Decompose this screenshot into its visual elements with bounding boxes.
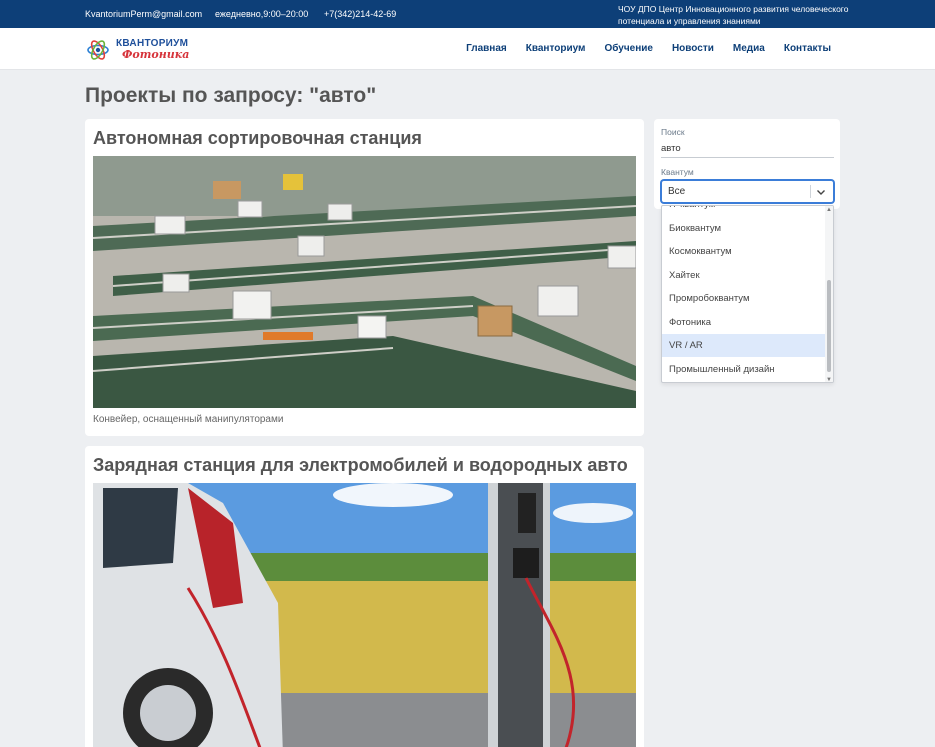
project-title[interactable]: Автономная сортировочная станция (93, 128, 422, 149)
kvant-dropdown-list: IT-квантум Биоквантум Космоквантум Хайте… (661, 205, 834, 383)
project-card: Зарядная станция для электромобилей и во… (85, 446, 644, 747)
kvant-select-value: Все (668, 186, 686, 197)
dropdown-scrollbar[interactable]: ▲ ▼ (825, 206, 833, 382)
working-hours: ежедневно,9:00–20:00 (215, 9, 309, 19)
search-input[interactable] (661, 140, 834, 158)
site-logo[interactable]: КВАНТОРИУМ Фотоника (86, 37, 198, 63)
search-label: Поиск (661, 127, 685, 137)
contact-phone[interactable]: +7(342)214-42-69 (324, 9, 396, 19)
project-caption: Конвейер, оснащенный манипуляторами (93, 414, 284, 425)
kvant-select[interactable]: Все (661, 180, 834, 203)
dropdown-option[interactable]: Хайтек (662, 264, 826, 287)
kvant-label: Квантум (661, 167, 694, 177)
project-title[interactable]: Зарядная станция для электромобилей и во… (93, 455, 628, 476)
dropdown-option[interactable]: Фотоника (662, 311, 826, 334)
nav-item-news[interactable]: Новости (672, 43, 714, 54)
project-card: Автономная сортировочная станция Конвейе… (85, 119, 644, 436)
nav-item-contacts[interactable]: Контакты (784, 43, 831, 54)
scroll-down-icon[interactable]: ▼ (826, 377, 832, 382)
top-info-bar: KvantoriumPerm@gmail.com ежедневно,9:00–… (0, 0, 935, 28)
page-title: Проекты по запросу: "авто" (85, 84, 377, 107)
scroll-up-icon[interactable]: ▲ (826, 207, 832, 213)
dropdown-option[interactable]: Биоквантум (662, 217, 826, 240)
dropdown-option-highlighted[interactable]: VR / AR (662, 334, 826, 357)
dropdown-option[interactable]: Промробоквантум (662, 287, 826, 310)
chevron-down-icon[interactable] (815, 186, 827, 198)
scrollbar-thumb[interactable] (827, 280, 831, 372)
dropdown-option[interactable]: Промышленный дизайн (662, 358, 826, 381)
nav-item-main[interactable]: Главная (466, 43, 507, 54)
dropdown-option[interactable]: Космоквантум (662, 240, 826, 263)
nav-menu: Главная Кванториум Обучение Новости Меди… (466, 43, 831, 54)
project-image-conveyor[interactable] (93, 156, 636, 408)
contact-email[interactable]: KvantoriumPerm@gmail.com (85, 9, 202, 19)
nav-item-education[interactable]: Обучение (604, 43, 653, 54)
main-navbar: КВАНТОРИУМ Фотоника Главная Кванториум О… (0, 28, 935, 70)
nav-item-kvantorium[interactable]: Кванториум (526, 43, 586, 54)
project-image-charging-station[interactable] (93, 483, 636, 747)
nav-item-media[interactable]: Медиа (733, 43, 765, 54)
dropdown-option[interactable]: IT-квантум (662, 206, 826, 216)
logo-text-fotonika: Фотоника (122, 48, 190, 61)
atom-logo-icon (87, 40, 109, 60)
organization-name: ЧОУ ДПО Центр Инновационного развития че… (618, 4, 849, 26)
select-separator (810, 185, 811, 198)
